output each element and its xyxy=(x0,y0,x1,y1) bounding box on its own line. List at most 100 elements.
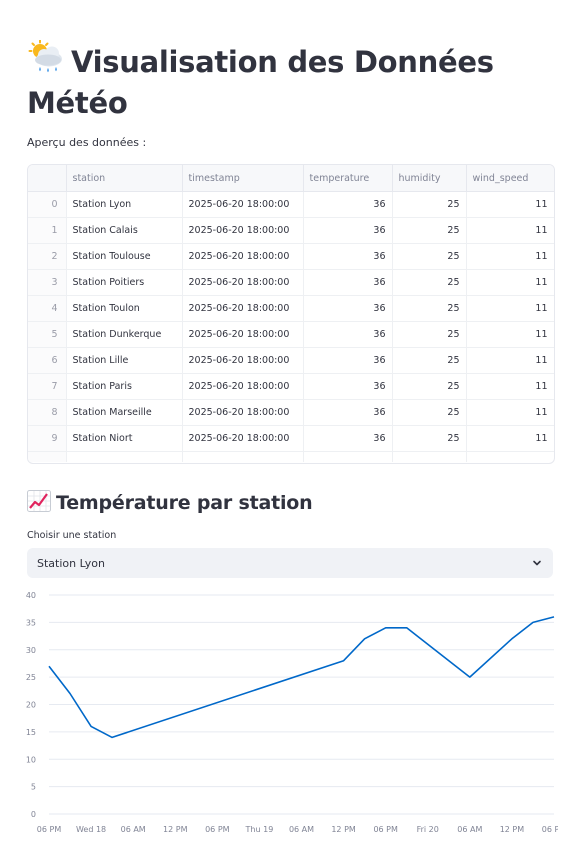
cell-wind-speed[interactable]: 11 xyxy=(466,217,554,244)
cell-temperature[interactable]: 36 xyxy=(303,191,393,218)
column-header-wind-speed[interactable]: wind_speed xyxy=(466,165,554,192)
x-tick-label: Wed 18 xyxy=(76,825,106,834)
cell-station[interactable]: Station Lille xyxy=(66,347,183,374)
cell-timestamp[interactable]: 2025-06-20 18:00:00 xyxy=(182,321,304,348)
y-tick-label: 10 xyxy=(26,755,36,764)
table-row: 5 Station Dunkerque 2025-06-20 18:00:00 36 2… xyxy=(28,321,554,348)
column-header-timestamp[interactable]: timestamp xyxy=(182,165,304,192)
sun-behind-rain-cloud-icon xyxy=(28,40,62,73)
cell-station[interactable]: Station Poitiers xyxy=(66,269,183,296)
chevron-down-icon xyxy=(533,560,541,566)
cell-humidity[interactable]: 25 xyxy=(392,399,467,426)
cell-station[interactable]: Station Niort xyxy=(66,425,183,452)
cell-timestamp[interactable]: 2025-06-20 18:00:00 xyxy=(182,373,304,400)
table-row: 6 Station Lille 2025-06-20 18:00:00 36 25 11 xyxy=(28,347,554,374)
data-point xyxy=(111,736,114,739)
cell-humidity[interactable]: 25 xyxy=(392,191,467,218)
data-table[interactable]: station timestamp temperature humidity w… xyxy=(27,164,555,464)
cell-station[interactable]: Station Dunkerque xyxy=(66,321,183,348)
cell-temperature[interactable]: 36 xyxy=(303,217,393,244)
column-header-humidity[interactable]: humidity xyxy=(392,165,467,192)
y-tick-label: 0 xyxy=(31,810,36,819)
cell-temperature[interactable]: 36 xyxy=(303,373,393,400)
cell-temperature[interactable]: 36 xyxy=(303,347,393,374)
cell-timestamp[interactable]: 2025-06-20 18:00:00 xyxy=(182,217,304,244)
cell-humidity[interactable]: 25 xyxy=(392,269,467,296)
cell-temperature[interactable]: 36 xyxy=(303,321,393,348)
cell-timestamp[interactable]: 2025-06-20 18:00:00 xyxy=(182,425,304,452)
cell-station[interactable]: Station Paris xyxy=(66,373,183,400)
data-point xyxy=(552,615,555,618)
cell-wind-speed[interactable]: 11 xyxy=(466,269,554,296)
x-tick-label: Thu 19 xyxy=(245,825,274,834)
data-point xyxy=(468,676,471,679)
row-index: 8 xyxy=(28,399,67,426)
column-header-index[interactable] xyxy=(28,165,67,192)
x-tick-label: Fri 20 xyxy=(417,825,439,834)
cell-timestamp[interactable]: 2025-06-20 18:00:00 xyxy=(182,295,304,322)
cell-wind-speed xyxy=(466,451,554,462)
cell-humidity[interactable]: 25 xyxy=(392,425,467,452)
cell-wind-speed[interactable]: 11 xyxy=(466,373,554,400)
cell-wind-speed[interactable]: 11 xyxy=(466,295,554,322)
temperature-line-chart[interactable]: 0 5 10 15 20 25 30 35 40 06 PM Wed 18 06 AM 12 PM 06 … xyxy=(20,585,558,845)
data-point xyxy=(531,621,534,624)
cell-timestamp[interactable]: 2025-06-20 18:00:00 xyxy=(182,191,304,218)
cell-humidity[interactable]: 25 xyxy=(392,217,467,244)
cell-humidity[interactable]: 25 xyxy=(392,321,467,348)
data-point xyxy=(405,626,408,629)
cell-station[interactable]: Station Marseille xyxy=(66,399,183,426)
cell-timestamp[interactable]: 2025-06-20 18:00:00 xyxy=(182,399,304,426)
table-row: 4 Station Toulon 2025-06-20 18:00:00 36 25 11 xyxy=(28,295,554,322)
cell-timestamp[interactable]: 2025-06-20 18:00:00 xyxy=(182,347,304,374)
y-tick-label: 25 xyxy=(26,673,36,682)
cell-station[interactable]: Station Toulouse xyxy=(66,243,183,270)
table-row: 1 Station Calais 2025-06-20 18:00:00 36 25 11 xyxy=(28,217,554,244)
row-index: 2 xyxy=(28,243,67,270)
cell-wind-speed[interactable]: 11 xyxy=(466,347,554,374)
table-row: 2 Station Toulouse 2025-06-20 18:00:00 36 25… xyxy=(28,243,554,270)
y-tick-label: 40 xyxy=(26,591,36,600)
cell-temperature[interactable]: 36 xyxy=(303,269,393,296)
row-index: 9 xyxy=(28,425,67,452)
cell-wind-speed[interactable]: 11 xyxy=(466,321,554,348)
cell-wind-speed[interactable]: 11 xyxy=(466,425,554,452)
cell-wind-speed[interactable]: 11 xyxy=(466,191,554,218)
column-header-temperature[interactable]: temperature xyxy=(303,165,393,192)
cell-temperature[interactable]: 36 xyxy=(303,243,393,270)
cell-humidity[interactable]: 25 xyxy=(392,373,467,400)
cell-station[interactable]: Station Calais xyxy=(66,217,183,244)
preview-caption: Aperçu des données : xyxy=(27,136,147,149)
y-tick-label: 5 xyxy=(31,783,36,792)
cell-wind-speed[interactable]: 11 xyxy=(466,399,554,426)
x-tick-label: 06 AM xyxy=(121,825,146,834)
y-tick-label: 35 xyxy=(26,618,36,627)
page-title: Visualisation des Données Météo xyxy=(27,40,547,124)
cell-temperature[interactable]: 36 xyxy=(303,399,393,426)
row-index: 7 xyxy=(28,373,67,400)
column-header-station[interactable]: station xyxy=(66,165,183,192)
row-index: 0 xyxy=(28,191,67,218)
cell-timestamp[interactable]: 2025-06-20 18:00:00 xyxy=(182,269,304,296)
cell-station[interactable]: Station Toulon xyxy=(66,295,183,322)
cell-humidity[interactable]: 25 xyxy=(392,347,467,374)
y-tick-label: 20 xyxy=(26,701,36,710)
cell-station xyxy=(66,451,183,462)
station-select[interactable]: Station Lyon xyxy=(27,548,553,578)
x-tick-label: 06 AM xyxy=(289,825,314,834)
cell-wind-speed[interactable]: 11 xyxy=(466,243,554,270)
cell-humidity[interactable]: 25 xyxy=(392,295,467,322)
table-row: 8 Station Marseille 2025-06-20 18:00:00 36 2… xyxy=(28,399,554,426)
cell-timestamp[interactable]: 2025-06-20 18:00:00 xyxy=(182,243,304,270)
cell-temperature[interactable]: 36 xyxy=(303,425,393,452)
table-row: 9 Station Niort 2025-06-20 18:00:00 36 25 11 xyxy=(28,425,554,452)
y-tick-label: 30 xyxy=(26,646,36,655)
data-grid: station timestamp temperature humidity w… xyxy=(28,165,554,462)
x-tick-label: 06 AM xyxy=(457,825,482,834)
cell-station[interactable]: Station Lyon xyxy=(66,191,183,218)
cell-temperature xyxy=(303,451,393,462)
chart-increasing-icon xyxy=(27,490,51,512)
cell-humidity[interactable]: 25 xyxy=(392,243,467,270)
cell-temperature[interactable]: 36 xyxy=(303,295,393,322)
x-tick-label: 06 PM xyxy=(542,825,558,834)
